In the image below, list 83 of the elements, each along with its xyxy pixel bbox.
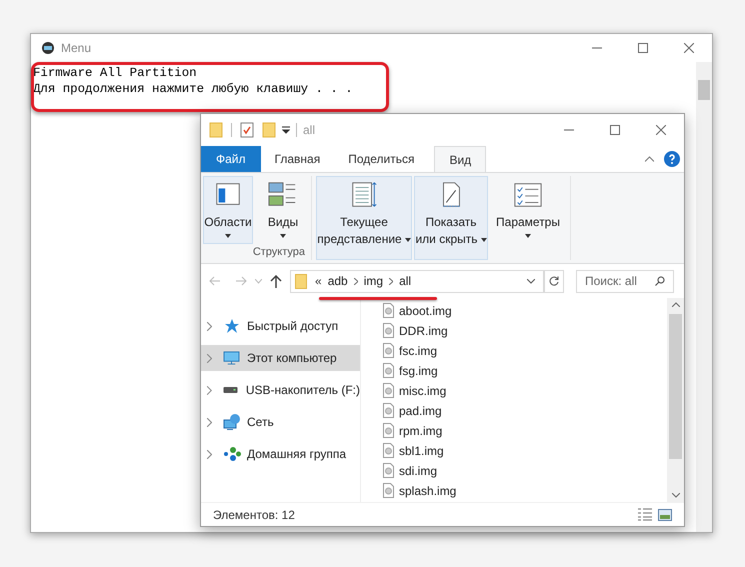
breadcrumb-overflow[interactable]: «	[315, 272, 322, 290]
group-label: Структура	[252, 244, 306, 260]
scrollbar-thumb[interactable]	[669, 314, 682, 459]
nav-item[interactable]: Быстрый доступ	[201, 313, 360, 339]
details-view-icon[interactable]	[638, 508, 652, 521]
scrollbar[interactable]	[696, 62, 712, 532]
caret-icon	[525, 234, 531, 238]
disk-image-file-icon	[383, 423, 394, 438]
dropdown-icon[interactable]	[282, 126, 290, 134]
file-item[interactable]: sdi.img	[383, 462, 667, 479]
ribbon-button[interactable]: Параметры	[490, 176, 566, 260]
file-item[interactable]: pad.img	[383, 402, 667, 419]
breadcrumb-item[interactable]: all	[399, 272, 412, 290]
caret-icon	[480, 238, 487, 242]
file-item[interactable]: misc.img	[383, 382, 667, 399]
disk-image-file-icon	[383, 303, 394, 318]
file-item[interactable]: fsc.img	[383, 342, 667, 359]
ribbon-button[interactable]: Показать или скрыть	[414, 176, 488, 260]
monitor-icon	[223, 351, 240, 365]
nav-item[interactable]: Этот компьютер	[201, 345, 360, 371]
people-icon	[222, 447, 240, 461]
disk-image-file-icon	[383, 363, 394, 378]
nav-item[interactable]: USB-накопитель (F:)	[201, 377, 360, 403]
file-item[interactable]: sbl1.img	[383, 442, 667, 459]
chevron-icon[interactable]	[207, 450, 212, 458]
drive-icon	[223, 387, 238, 393]
caret-icon	[404, 238, 411, 242]
disk-image-file-icon	[383, 323, 394, 338]
status-text: Элементов: 12	[213, 506, 295, 524]
chevron-icon	[354, 278, 358, 284]
chevron-icon[interactable]	[207, 322, 212, 330]
disk-image-file-icon	[383, 343, 394, 358]
window-title: all	[303, 122, 316, 139]
disk-image-file-icon	[383, 383, 394, 398]
thumbnails-view-icon[interactable]	[658, 508, 672, 520]
star-icon	[224, 318, 240, 334]
ribbon-tab[interactable]: Файл	[201, 146, 261, 172]
file-item[interactable]: aboot.img	[383, 302, 667, 319]
search-icon	[655, 276, 665, 286]
ribbon-button[interactable]: Области	[203, 176, 253, 244]
nav-item[interactable]: Домашняя группа	[201, 441, 360, 467]
search-field[interactable]: Поиск: all	[576, 270, 674, 292]
file-item[interactable]: splash.img	[383, 482, 667, 499]
ribbon-button[interactable]: Виды	[259, 176, 307, 244]
ribbon-tab[interactable]: Главная	[260, 146, 334, 172]
close-icon	[684, 43, 694, 53]
nav-item[interactable]: Сеть	[201, 409, 360, 435]
file-item[interactable]: fsg.img	[383, 362, 667, 379]
collapse-ribbon-icon[interactable]	[645, 156, 654, 162]
file-item[interactable]: rpm.img	[383, 422, 667, 439]
caret-icon[interactable]	[527, 278, 535, 284]
close-icon	[656, 125, 666, 135]
console-app-icon	[41, 41, 55, 55]
ribbon-button[interactable]: Текущее представление	[316, 176, 412, 260]
caret-icon	[225, 234, 231, 238]
network-icon	[223, 414, 240, 430]
chevron-icon[interactable]	[207, 386, 212, 394]
scroll-up-icon[interactable]	[672, 302, 680, 307]
maximize-icon	[638, 43, 648, 53]
scrollbar[interactable]	[667, 298, 684, 502]
properties-icon[interactable]	[240, 122, 254, 138]
scroll-down-icon[interactable]	[672, 493, 680, 498]
chevron-icon[interactable]	[207, 418, 212, 426]
file-item[interactable]: DDR.img	[383, 322, 667, 339]
breadcrumb-item[interactable]: img	[364, 272, 384, 290]
disk-image-file-icon	[383, 443, 394, 458]
ribbon-tab[interactable]: Поделиться	[334, 146, 428, 172]
console-line: Firmware All Partition	[33, 65, 198, 81]
refresh-icon	[549, 276, 559, 286]
folder-icon	[295, 274, 307, 288]
disk-image-file-icon	[383, 483, 394, 498]
caret-icon	[280, 234, 286, 238]
maximize-icon	[610, 125, 620, 135]
up-arrow-icon[interactable]	[270, 274, 282, 288]
refresh-button[interactable]	[544, 270, 564, 292]
disk-image-file-icon	[383, 403, 394, 418]
ribbon-tab[interactable]: Вид	[434, 146, 486, 172]
help-icon[interactable]	[664, 151, 680, 167]
window-title: Menu	[61, 40, 92, 57]
chevron-icon[interactable]	[207, 354, 212, 362]
chevron-icon	[389, 278, 394, 284]
disk-image-file-icon	[383, 463, 394, 478]
breadcrumb-item[interactable]: adb	[328, 272, 348, 290]
